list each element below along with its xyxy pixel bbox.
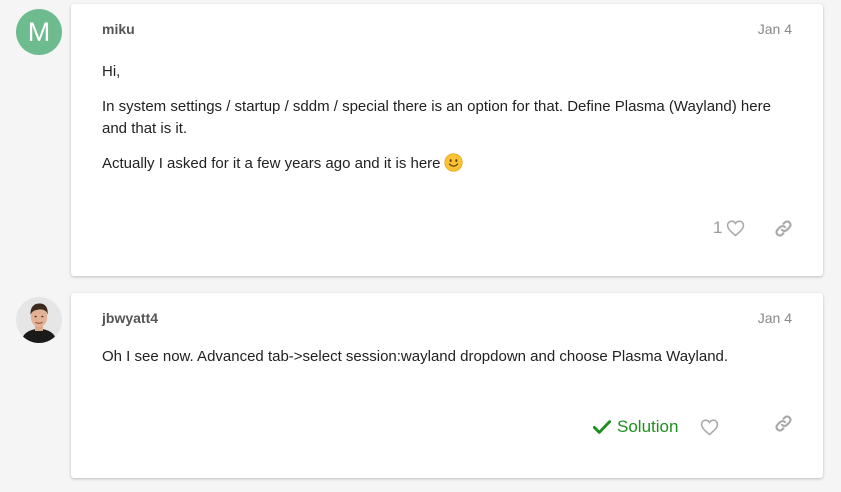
like-button[interactable] [700, 413, 719, 441]
share-button[interactable] [774, 409, 793, 437]
post-actions: 1 [713, 214, 793, 242]
post-paragraph: In system settings / startup / sddm / sp… [102, 98, 771, 137]
post-body: Oh I see now. Advanced tab->select sessi… [102, 346, 795, 368]
post-header: jbwyatt4 Jan 4 [102, 310, 792, 330]
heart-icon [700, 419, 719, 436]
like-button[interactable]: 1 [713, 214, 745, 242]
post-actions: Solution [593, 413, 793, 441]
check-icon [593, 420, 611, 434]
post-paragraph: Hi, [102, 63, 121, 80]
post-card: miku Jan 4 Hi, In system settings / star… [71, 4, 823, 276]
avatar[interactable]: M [16, 9, 62, 55]
slightly-smiling-face-icon [443, 153, 463, 172]
solution-label: Solution [617, 417, 679, 436]
username[interactable]: jbwyatt4 [102, 310, 158, 326]
post-body: Hi, In system settings / startup / sddm … [102, 61, 795, 175]
user-photo [16, 297, 62, 343]
topic-thread: M miku Jan 4 Hi, In system settings / st… [0, 0, 841, 492]
like-count: 1 [713, 218, 723, 237]
post-paragraph: Oh I see now. Advanced tab->select sessi… [102, 348, 729, 365]
post-date[interactable]: Jan 4 [758, 310, 792, 326]
link-icon [775, 219, 792, 237]
post-header: miku Jan 4 [102, 21, 792, 41]
heart-icon [727, 220, 745, 237]
post-date[interactable]: Jan 4 [758, 21, 792, 37]
post-paragraph-text: Actually I asked for it a few years ago … [102, 155, 441, 172]
share-button[interactable] [774, 214, 793, 242]
solution-button[interactable]: Solution [593, 413, 678, 441]
avatar[interactable] [16, 297, 62, 343]
post-card: jbwyatt4 Jan 4 Oh I see now. Advanced ta… [71, 293, 823, 478]
post-paragraph: Actually I asked for it a few years ago … [102, 153, 795, 175]
link-icon [775, 414, 792, 432]
username[interactable]: miku [102, 21, 135, 37]
